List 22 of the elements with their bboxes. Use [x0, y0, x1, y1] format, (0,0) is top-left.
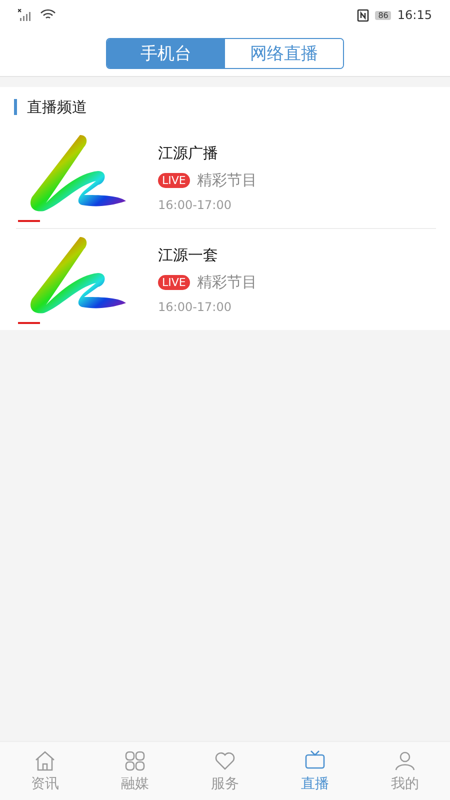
- channel-name: 江源一套: [158, 246, 219, 264]
- segment-tab[interactable]: 手机台: [107, 38, 225, 68]
- home-icon: [33, 749, 57, 773]
- tab-bar-item[interactable]: 直播: [270, 742, 360, 800]
- wifi-icon: [40, 9, 56, 21]
- program-time: 16:00-17:00: [158, 198, 232, 212]
- live-badge: LIVE: [158, 172, 190, 188]
- program-time: 16:00-17:00: [158, 300, 232, 314]
- tab-bar-item[interactable]: 服务: [180, 742, 270, 800]
- program-title: 精彩节目: [196, 170, 257, 190]
- battery-level: 86: [375, 10, 392, 20]
- channel-name: 江源广播: [158, 144, 219, 162]
- tab-bar-item[interactable]: 资讯: [0, 742, 90, 800]
- live-badge: LIVE: [158, 274, 190, 290]
- clock-time: 16:15: [397, 8, 432, 22]
- tab-bar-item[interactable]: 我的: [360, 742, 450, 800]
- grid-icon: [123, 749, 147, 773]
- person-icon: [393, 749, 417, 773]
- program-title: 精彩节目: [196, 272, 257, 292]
- section-title: 直播频道: [27, 98, 87, 116]
- tab-bar-item[interactable]: 融媒: [90, 742, 180, 800]
- nfc-icon: [357, 8, 370, 22]
